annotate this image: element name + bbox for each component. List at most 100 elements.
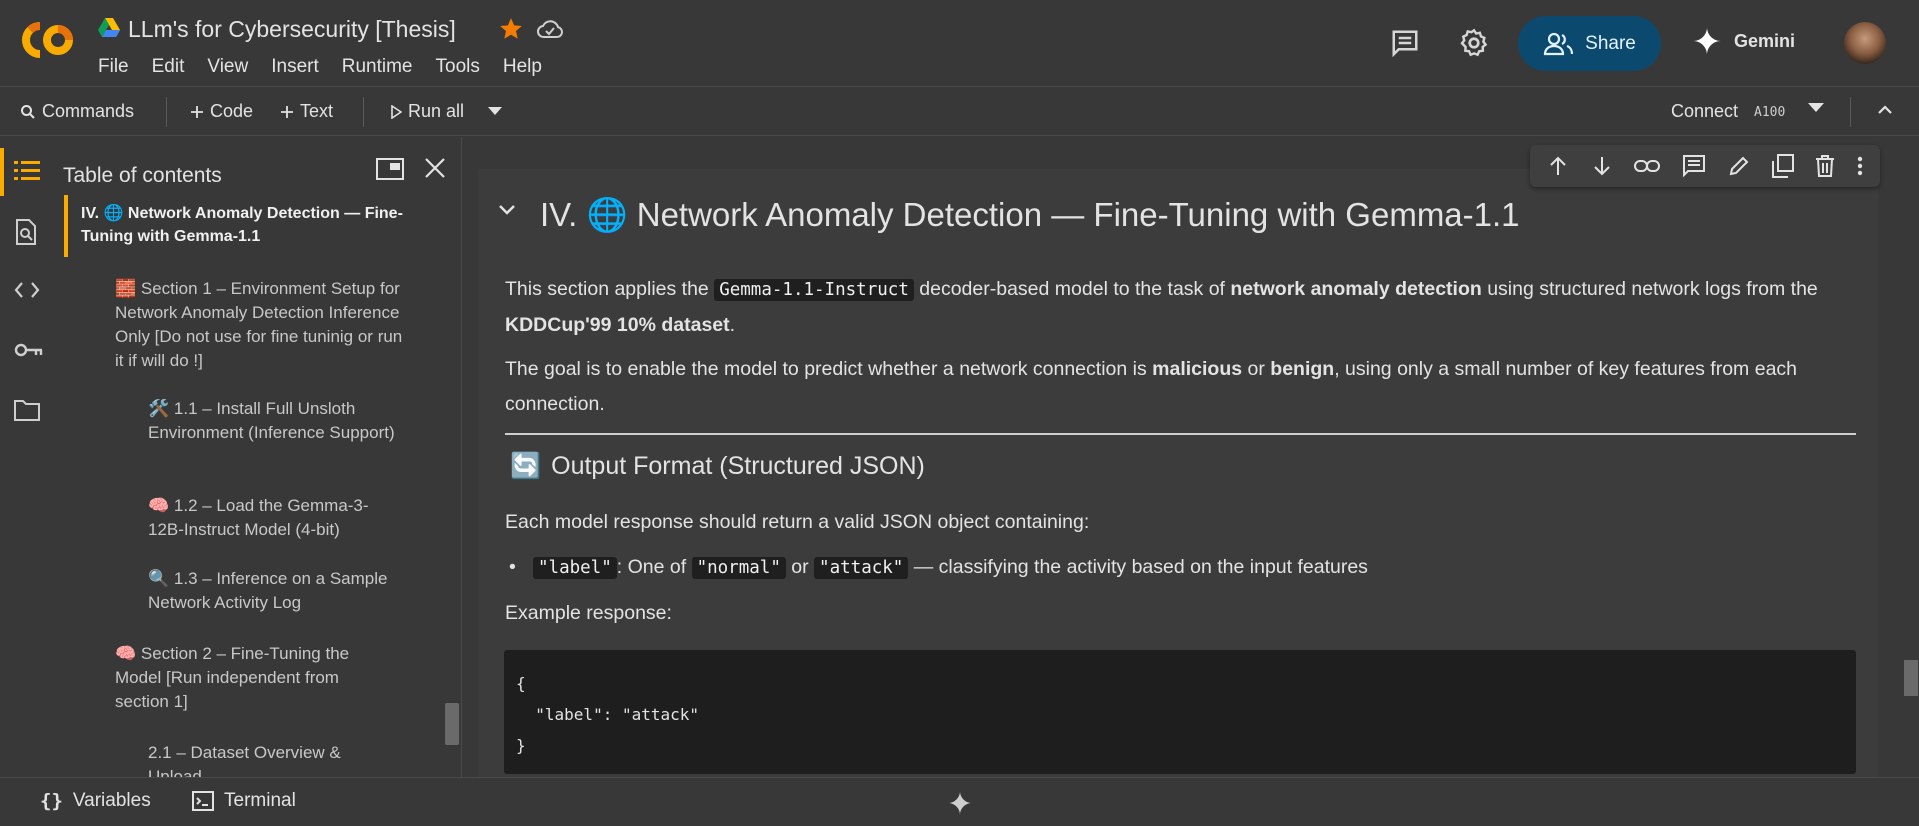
star-icon[interactable]	[498, 16, 524, 42]
json-code-block[interactable]: { "label": "attack" }	[504, 650, 1856, 774]
braces-icon: {}	[40, 790, 63, 812]
menu-bar: File Edit View Insert Runtime Tools Help	[98, 56, 565, 78]
inline-code: "attack"	[814, 557, 909, 579]
play-icon	[390, 104, 402, 119]
add-text-button[interactable]: Text	[280, 101, 333, 122]
inline-code: "normal"	[691, 557, 786, 579]
paragraph-intro: This section applies the Gemma-1.1-Instr…	[505, 272, 1865, 343]
cell-toolbar	[1530, 145, 1880, 187]
gemini-button[interactable]: Gemini	[1692, 26, 1795, 56]
text-span: using structured network logs from the	[1481, 278, 1818, 300]
colab-logo[interactable]	[18, 18, 76, 62]
people-icon	[1543, 32, 1574, 56]
commands-button[interactable]: Commands	[20, 101, 134, 122]
connect-button[interactable]: Connect	[1671, 101, 1738, 122]
toc-title: Table of contents	[63, 164, 222, 187]
user-avatar[interactable]	[1844, 22, 1886, 64]
gemini-sparkle-icon[interactable]	[947, 790, 973, 816]
text-span: or	[785, 556, 815, 578]
notebook-toolbar: Commands Code Text Run all Connect A100	[0, 86, 1919, 136]
comment-icon[interactable]	[1682, 154, 1706, 178]
edit-pencil-icon[interactable]	[1728, 155, 1750, 177]
link-icon[interactable]	[1634, 158, 1661, 174]
move-down-icon[interactable]	[1591, 155, 1613, 177]
bullet-dot: •	[509, 556, 516, 578]
find-in-file-icon[interactable]	[14, 219, 38, 245]
menu-insert[interactable]: Insert	[271, 56, 319, 78]
variables-button[interactable]: {} Variables	[40, 790, 151, 812]
gemini-sparkle-icon	[1692, 26, 1722, 56]
run-all-label: Run all	[408, 101, 465, 121]
caret-down-icon[interactable]	[1808, 103, 1824, 112]
share-label: Share	[1585, 32, 1636, 54]
rail-active-indicator	[0, 148, 4, 196]
text-span: — classifying the activity based on the …	[908, 556, 1368, 578]
menu-tools[interactable]: Tools	[436, 56, 480, 78]
gemini-label: Gemini	[1734, 30, 1796, 51]
text-span: The goal is to enable the model to predi…	[505, 358, 1153, 380]
move-up-icon[interactable]	[1547, 155, 1569, 177]
chevron-up-icon[interactable]	[1876, 101, 1894, 119]
toc-scrollbar[interactable]	[445, 703, 459, 745]
secrets-key-icon[interactable]	[14, 341, 44, 359]
menu-help[interactable]: Help	[503, 56, 542, 78]
terminal-button[interactable]: Terminal	[192, 790, 296, 812]
run-all-button[interactable]: Run all	[390, 101, 464, 122]
close-icon[interactable]	[424, 157, 446, 179]
notebook-title[interactable]: LLm's for Cybersecurity [Thesis]	[128, 16, 456, 43]
bottom-bar: {} Variables Terminal	[0, 777, 1919, 826]
text-span: This section applies the	[505, 278, 715, 300]
settings-gear-icon[interactable]	[1458, 27, 1490, 59]
toc-item-section-iv[interactable]: IV. 🌐 Network Anomaly Detection — Fine-T…	[81, 202, 411, 248]
bold-text: network anomaly detection	[1230, 278, 1482, 300]
terminal-label: Terminal	[224, 790, 296, 811]
variables-label: Variables	[72, 790, 151, 811]
horizontal-rule	[505, 433, 1856, 435]
runtime-type-label: A100	[1754, 105, 1786, 120]
commands-label: Commands	[42, 101, 135, 121]
toc-item-2-1[interactable]: 2.1 – Dataset Overview & Upload	[148, 741, 398, 777]
toc-item-1-2[interactable]: 🧠 1.2 – Load the Gemma-3-12B-Instruct Mo…	[148, 494, 398, 542]
header: LLm's for Cybersecurity [Thesis] File Ed…	[0, 0, 1919, 86]
bold-text: malicious	[1152, 358, 1243, 380]
toc-item-1-3[interactable]: 🔍 1.3 – Inference on a Sample Network Ac…	[148, 567, 398, 615]
menu-file[interactable]: File	[98, 56, 129, 78]
cloud-saved-icon[interactable]	[536, 17, 564, 41]
delete-trash-icon[interactable]	[1815, 155, 1835, 177]
toc-active-indicator	[64, 195, 68, 257]
add-code-label: Code	[210, 101, 254, 121]
open-in-tab-icon[interactable]	[376, 157, 404, 181]
toc-item-1-1[interactable]: 🛠️ 1.1 – Install Full Unsloth Environmen…	[148, 397, 398, 445]
add-code-button[interactable]: Code	[190, 101, 253, 122]
toc-item-section-1[interactable]: 🧱 Section 1 – Environment Setup for Netw…	[115, 277, 415, 373]
main-scrollbar[interactable]	[1904, 660, 1918, 696]
menu-edit[interactable]: Edit	[152, 56, 185, 78]
comments-icon[interactable]	[1390, 28, 1420, 58]
files-folder-icon[interactable]	[14, 399, 40, 421]
toc-list-icon[interactable]	[14, 159, 40, 183]
chevron-down-icon[interactable]	[498, 204, 516, 216]
terminal-icon	[192, 791, 214, 811]
plus-icon	[190, 105, 204, 119]
menu-runtime[interactable]: Runtime	[342, 56, 413, 78]
plus-icon	[280, 105, 294, 119]
output-format-heading: 🔄 Output Format (Structured JSON)	[510, 452, 925, 481]
code-snippets-icon[interactable]	[14, 281, 40, 299]
toolbar-divider	[1850, 97, 1851, 127]
menu-view[interactable]: View	[207, 56, 248, 78]
search-icon	[20, 104, 36, 120]
caret-down-icon	[488, 107, 502, 115]
inline-code: "label"	[533, 557, 617, 579]
inline-code: Gemma-1.1-Instruct	[714, 279, 914, 301]
mirror-cell-icon[interactable]	[1771, 154, 1794, 178]
more-options-icon[interactable]	[1857, 156, 1863, 176]
share-button[interactable]: Share	[1518, 16, 1661, 71]
left-rail	[0, 137, 52, 777]
bold-text: KDDCup'99 10% dataset	[505, 314, 730, 336]
google-drive-icon[interactable]	[98, 18, 120, 38]
run-all-dropdown[interactable]	[488, 107, 502, 115]
bullet-label: • "label": One of "normal" or "attack" — …	[509, 550, 1893, 586]
toc-item-section-2[interactable]: 🧠 Section 2 – Fine-Tuning the Model [Run…	[115, 642, 395, 714]
paragraph-goal: The goal is to enable the model to predi…	[505, 352, 1865, 422]
text-span: : One of	[616, 556, 692, 578]
